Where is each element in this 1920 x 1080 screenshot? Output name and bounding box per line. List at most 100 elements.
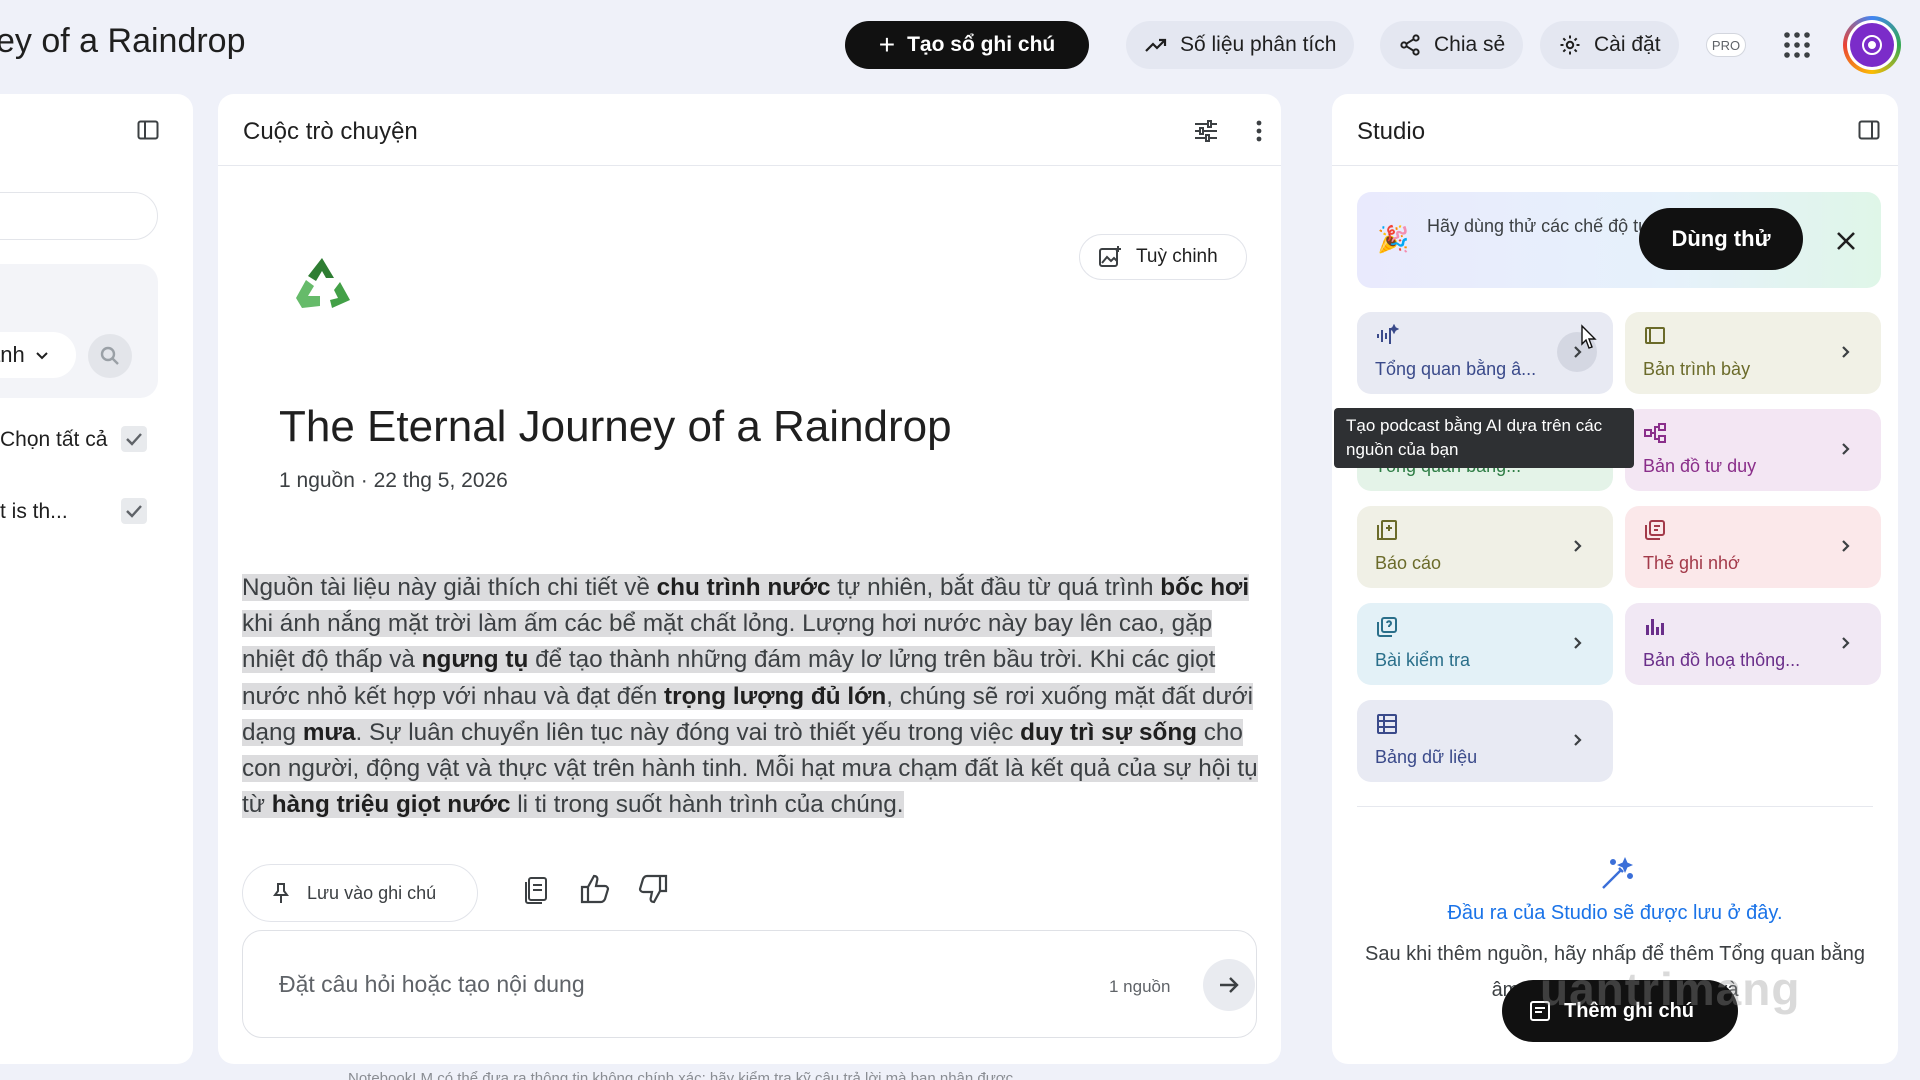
magic-wand-icon — [1602, 856, 1634, 889]
watermark: uantrimang — [1540, 963, 1801, 1015]
studio-tile-label: Bản đồ tư duy — [1643, 456, 1757, 476]
summary-keyword: chu trình nước — [656, 574, 831, 601]
quiz-icon — [1375, 615, 1399, 639]
select-all-label: Chọn tất cả — [0, 428, 108, 451]
chevron-right-icon[interactable] — [1825, 429, 1865, 469]
source-type-dropdown[interactable]: anh — [0, 332, 76, 378]
source-item-label[interactable]: t is th... — [0, 500, 68, 524]
notebook-meta: 1 nguồn · 22 thg 5, 2026 — [279, 469, 508, 492]
studio-tile-label: Bản đồ hoạ thông... — [1643, 650, 1801, 670]
customize-button[interactable]: Tuỳ chinh — [1079, 234, 1247, 280]
mindmap-icon — [1643, 421, 1667, 445]
share-icon — [1400, 34, 1420, 56]
summary-keyword: mưa — [302, 718, 356, 746]
share-button[interactable]: Chia sẻ — [1380, 21, 1524, 69]
studio-panel: Studio 🎉 Hãy dùng thử các chế độ tuỳ chỉ… — [1332, 94, 1898, 1064]
studio-tile[interactable]: Bản đồ tư duy — [1625, 409, 1881, 491]
chevron-right-icon[interactable] — [1557, 526, 1597, 566]
add-image-icon — [1099, 246, 1121, 267]
chevron-right-icon[interactable] — [1825, 623, 1865, 663]
collapse-studio-icon[interactable] — [1857, 118, 1881, 142]
analytics-label: Số liệu phân tích — [1180, 33, 1337, 56]
table-icon — [1375, 712, 1399, 736]
chevron-right-icon[interactable] — [1825, 526, 1865, 566]
infographic-icon — [1643, 615, 1667, 639]
summary-keyword: hàng triệu giọt nước — [271, 791, 511, 819]
chevron-right-icon[interactable] — [1557, 720, 1597, 760]
sources-panel: anh Chọn tất cả t is th... — [0, 94, 193, 1064]
gear-icon — [1560, 35, 1580, 55]
try-now-button[interactable]: Dùng thử — [1639, 208, 1803, 270]
notebook-summary: Nguồn tài liệu này giải thích chi tiết v… — [242, 574, 1258, 819]
party-popper-icon: 🎉 — [1377, 224, 1410, 254]
studio-tile[interactable]: Báo cáo — [1357, 506, 1613, 588]
source-item-checkbox[interactable] — [121, 498, 147, 524]
more-vert-icon[interactable] — [1254, 118, 1264, 144]
check-icon — [126, 505, 142, 518]
create-notebook-button[interactable]: + Tạo sổ ghi chú — [845, 21, 1089, 69]
summary-keyword: duy trì sự sống — [1020, 718, 1197, 746]
studio-tile[interactable]: Thẻ ghi nhớ — [1625, 506, 1881, 588]
settings-label: Cài đặt — [1594, 33, 1661, 56]
divider — [1357, 806, 1873, 807]
pro-badge: PRO — [1706, 33, 1746, 57]
studio-tile-label: Bản trình bày — [1643, 359, 1751, 379]
chat-header: Cuộc trò chuyện — [218, 94, 1281, 166]
studio-header: Studio — [1332, 94, 1898, 166]
chat-panel: Cuộc trò chuyện Tuỳ chinh The Eternal Jo… — [218, 94, 1281, 1064]
settings-button[interactable]: Cài đặt — [1540, 21, 1679, 69]
studio-tile[interactable]: Bảng dữ liệu — [1357, 700, 1613, 782]
chat-input-box[interactable]: Đặt câu hỏi hoặc tạo nội dung 1 nguồn — [242, 930, 1257, 1038]
studio-tile[interactable]: Bản đồ hoạ thông... — [1625, 603, 1881, 685]
chevron-right-icon[interactable] — [1825, 332, 1865, 372]
avatar-image — [1850, 23, 1894, 67]
recycle-icon — [296, 258, 350, 308]
chat-input-placeholder[interactable]: Đặt câu hỏi hoặc tạo nội dung — [279, 971, 585, 998]
source-count-label: 1 nguồn — [1109, 977, 1171, 996]
plus-icon: + — [878, 29, 896, 60]
thumbs-up-icon[interactable] — [578, 872, 612, 906]
studio-tile[interactable]: Bài kiểm tra — [1357, 603, 1613, 685]
tune-icon[interactable] — [1193, 118, 1219, 144]
customize-label: Tuỳ chinh — [1136, 246, 1218, 267]
avatar[interactable] — [1843, 16, 1901, 74]
chat-panel-title: Cuộc trò chuyện — [243, 118, 418, 145]
source-search-button[interactable] — [88, 334, 132, 378]
slides-icon — [1643, 324, 1667, 348]
summary-keyword: ngưng tụ — [421, 646, 529, 674]
studio-tile-label: Bảng dữ liệu — [1375, 747, 1478, 767]
report-icon — [1375, 518, 1399, 542]
chevron-right-icon[interactable] — [1557, 623, 1597, 663]
collapse-sidebar-icon[interactable] — [136, 118, 160, 142]
promo-banner: 🎉 Hãy dùng thử các chế độ tuỳ chỉnh mới … — [1357, 192, 1881, 288]
analytics-button[interactable]: Số liệu phân tích — [1126, 21, 1355, 69]
thumbs-down-icon[interactable] — [636, 872, 670, 906]
apps-grid-icon[interactable] — [1782, 30, 1812, 60]
source-search-input[interactable] — [0, 192, 158, 240]
save-to-note-label: Lưu vào ghi chú — [307, 882, 437, 903]
notebook-title-header[interactable]: ey of a Raindrop — [0, 22, 246, 61]
create-notebook-label: Tạo sổ ghi chú — [907, 33, 1056, 56]
tooltip: Tạo podcast bằng AI dựa trên các nguồn c… — [1334, 408, 1634, 468]
arrow-right-icon — [1220, 977, 1239, 993]
studio-tile-label: Tổng quan bằng â... — [1375, 359, 1537, 379]
search-icon — [100, 346, 119, 365]
studio-tile[interactable]: Tổng quan bằng â... — [1357, 312, 1613, 394]
trending-up-icon — [1145, 38, 1167, 52]
send-button[interactable] — [1203, 959, 1255, 1011]
select-all-checkbox[interactable] — [121, 426, 147, 452]
flashcard-icon — [1643, 518, 1667, 542]
disclaimer-footer: NotebookLM có thể đưa ra thông tin không… — [348, 1070, 1018, 1080]
copy-icon[interactable] — [520, 872, 554, 906]
save-to-note-button[interactable]: Lưu vào ghi chú — [242, 864, 478, 922]
pin-icon — [273, 883, 289, 903]
check-icon — [126, 433, 142, 446]
audio-waveform-icon — [1375, 323, 1400, 348]
close-icon[interactable] — [1833, 228, 1859, 254]
studio-output-title: Đầu ra của Studio sẽ được lưu ở đây. — [1447, 902, 1783, 924]
notebook-title: The Eternal Journey of a Raindrop — [279, 402, 952, 451]
summary-keyword: trọng lượng đủ lớn — [664, 682, 887, 710]
studio-tile[interactable]: Bản trình bày — [1625, 312, 1881, 394]
mouse-cursor-icon — [1581, 324, 1597, 349]
chevron-down-icon — [36, 352, 48, 360]
